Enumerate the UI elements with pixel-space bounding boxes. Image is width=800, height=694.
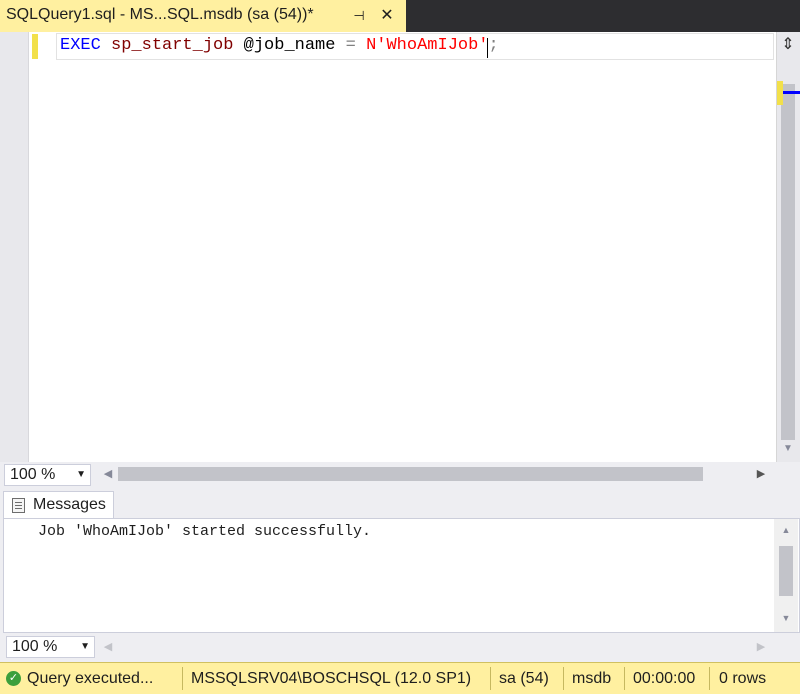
code-operator: = (345, 36, 356, 55)
messages-zoom-value: 100 % (12, 638, 58, 655)
messages-pane[interactable]: Job 'WhoAmIJob' started successfully. ▲ … (3, 518, 800, 633)
messages-tab-label: Messages (33, 496, 106, 513)
status-server: MSSQLSRV04\BOSCHSQL (12.0 SP1) (191, 670, 472, 687)
status-separator (709, 667, 710, 690)
scroll-left-arrow-icon[interactable]: ◀ (101, 639, 115, 655)
editor-gutter (0, 32, 29, 462)
pin-icon[interactable]: ⊣ (350, 7, 368, 25)
chevron-down-icon: ▼ (80, 641, 90, 652)
scroll-right-arrow-icon[interactable]: ▶ (754, 639, 768, 655)
text-caret (487, 38, 488, 58)
editor-zoom-dropdown[interactable]: 100 % ▼ (4, 464, 91, 486)
document-tab-bar: SQLQuery1.sql - MS...SQL.msdb (sa (54))*… (0, 0, 800, 32)
status-separator (490, 667, 491, 690)
scroll-right-arrow-icon[interactable]: ▶ (754, 466, 768, 482)
messages-bottom-bar: 100 % ▼ ◀ ▶ (0, 633, 800, 661)
document-tab-title: SQLQuery1.sql - MS...SQL.msdb (sa (54))* (6, 6, 314, 23)
messages-vscroll-thumb[interactable] (779, 546, 793, 596)
status-elapsed-time: 00:00:00 (633, 670, 696, 687)
editor-vertical-scrollbar[interactable]: ⇕ ▼ (776, 32, 800, 462)
status-bar: ✓ Query executed... MSSQLSRV04\BOSCHSQL … (0, 662, 800, 694)
status-separator (624, 667, 625, 690)
document-tab-sqlquery1[interactable]: SQLQuery1.sql - MS...SQL.msdb (sa (54))*… (0, 0, 406, 32)
status-user: sa (54) (499, 670, 549, 687)
editor-hscroll-thumb[interactable] (118, 467, 703, 481)
code-procedure: sp_start_job (111, 36, 234, 55)
scroll-left-arrow-icon[interactable]: ◀ (101, 466, 115, 482)
chevron-down-icon: ▼ (76, 469, 86, 480)
status-separator (182, 667, 183, 690)
scrollbar-caret-marker (783, 91, 800, 94)
change-tracking-marker (32, 34, 38, 59)
scroll-up-arrow-icon[interactable]: ▲ (779, 525, 793, 535)
code-string: N'WhoAmIJob' (366, 36, 489, 55)
messages-icon (12, 498, 25, 513)
code-parameter: @job_name (243, 36, 336, 55)
messages-zoom-dropdown[interactable]: 100 % ▼ (6, 636, 95, 658)
editor-vscroll-thumb[interactable] (781, 84, 795, 440)
code-line-1[interactable]: EXEC sp_start_job @job_name = N'WhoAmIJo… (60, 36, 499, 55)
scroll-down-arrow-icon[interactable]: ▼ (781, 442, 795, 456)
editor-bottom-bar: 100 % ▼ ◀ ▶ (0, 462, 800, 488)
status-database: msdb (572, 670, 612, 687)
tab-messages[interactable]: Messages (3, 491, 114, 519)
success-check-icon: ✓ (6, 671, 21, 686)
status-separator (563, 667, 564, 690)
editor-zoom-value: 100 % (10, 466, 56, 483)
message-text: Job 'WhoAmIJob' started successfully. (38, 523, 372, 540)
code-terminator: ; (488, 36, 499, 55)
messages-vertical-scrollbar[interactable]: ▲ ▼ (774, 519, 798, 632)
scroll-down-arrow-icon[interactable]: ▼ (779, 613, 793, 623)
split-window-icon[interactable]: ⇕ (777, 34, 799, 56)
status-row-count: 0 rows (719, 670, 767, 687)
code-keyword: EXEC (60, 36, 101, 55)
status-query-state: Query executed... (27, 670, 154, 687)
close-icon[interactable]: ✕ (377, 6, 397, 26)
query-editor[interactable]: EXEC sp_start_job @job_name = N'WhoAmIJo… (0, 32, 800, 462)
